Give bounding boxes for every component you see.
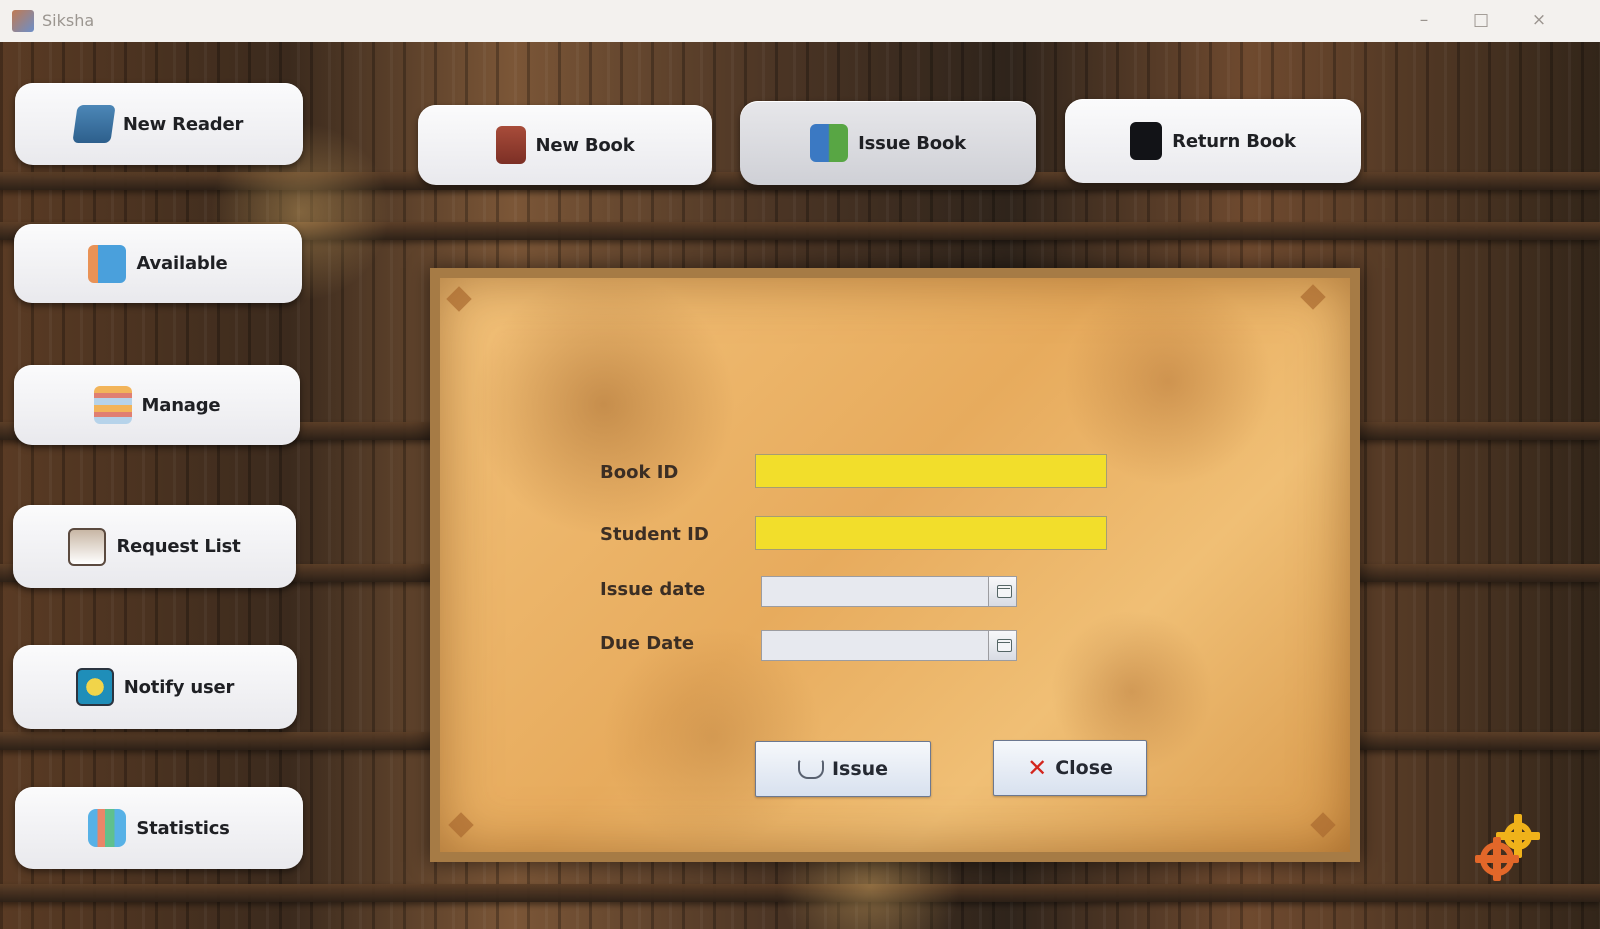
return-book-label: Return Book xyxy=(1172,130,1296,152)
open-book-icon xyxy=(810,124,849,162)
calendar-icon xyxy=(997,585,1012,598)
book-id-input[interactable] xyxy=(755,454,1107,488)
app-icon xyxy=(12,10,34,32)
due-date-picker-button[interactable] xyxy=(988,630,1017,661)
calendar-icon xyxy=(997,639,1012,652)
book-icon xyxy=(797,759,824,779)
books-icon xyxy=(88,244,127,283)
issue-date-picker-button[interactable] xyxy=(988,576,1017,607)
decorative-corner-star xyxy=(1310,812,1336,838)
manage-icon xyxy=(93,386,132,424)
close-label: Close xyxy=(1055,757,1113,779)
decorative-corner-star xyxy=(1300,284,1326,310)
chart-icon xyxy=(88,809,127,847)
request-list-button[interactable]: Request List xyxy=(13,505,296,588)
title-bar: Siksha – □ × xyxy=(0,0,1600,43)
issue-book-label: Issue Book xyxy=(858,132,966,154)
return-book-icon xyxy=(1130,122,1163,160)
manage-label: Manage xyxy=(141,394,221,416)
clipboard-icon xyxy=(68,527,107,566)
issue-button[interactable]: Issue xyxy=(755,741,931,797)
new-book-button[interactable]: New Book xyxy=(418,105,712,185)
new-reader-button[interactable]: New Reader xyxy=(15,83,303,165)
window-title: Siksha xyxy=(42,11,95,30)
book-id-label: Book ID xyxy=(600,462,679,483)
issue-book-button[interactable]: Issue Book xyxy=(740,101,1036,185)
due-date-input[interactable] xyxy=(761,630,989,661)
decorative-corner-star xyxy=(448,812,474,838)
student-id-input[interactable] xyxy=(755,516,1107,550)
new-book-label: New Book xyxy=(535,134,635,156)
decorative-corner-star xyxy=(446,286,472,312)
notify-user-button[interactable]: Notify user xyxy=(13,645,297,729)
close-window-button[interactable]: × xyxy=(1525,8,1553,32)
reader-icon xyxy=(72,105,116,143)
issue-book-form-panel: Book ID Student ID Issue date Due Date I… xyxy=(430,268,1360,862)
issue-date-input[interactable] xyxy=(761,576,989,607)
minimize-button[interactable]: – xyxy=(1410,8,1438,32)
available-button[interactable]: Available xyxy=(14,224,302,303)
maximize-button[interactable]: □ xyxy=(1467,8,1495,32)
new-reader-label: New Reader xyxy=(122,113,244,135)
settings-gear-icon[interactable] xyxy=(1475,842,1519,876)
notify-user-label: Notify user xyxy=(123,676,235,698)
book-plus-icon xyxy=(495,126,526,164)
siksha-window: Siksha – □ × New Reader Available Manage… xyxy=(0,0,1600,929)
statistics-label: Statistics xyxy=(136,817,230,839)
return-book-button[interactable]: Return Book xyxy=(1065,99,1361,183)
available-label: Available xyxy=(136,253,228,274)
request-list-label: Request List xyxy=(116,536,241,557)
student-id-label: Student ID xyxy=(600,524,709,545)
due-date-label: Due Date xyxy=(600,633,695,654)
bell-icon xyxy=(75,668,114,706)
close-button[interactable]: ✕ Close xyxy=(993,740,1147,796)
statistics-button[interactable]: Statistics xyxy=(15,787,303,869)
issue-date-label: Issue date xyxy=(600,579,706,600)
library-background: New Reader Available Manage Request List xyxy=(0,42,1600,929)
close-icon: ✕ xyxy=(1027,754,1048,782)
issue-label: Issue xyxy=(831,758,889,780)
manage-button[interactable]: Manage xyxy=(14,365,300,445)
